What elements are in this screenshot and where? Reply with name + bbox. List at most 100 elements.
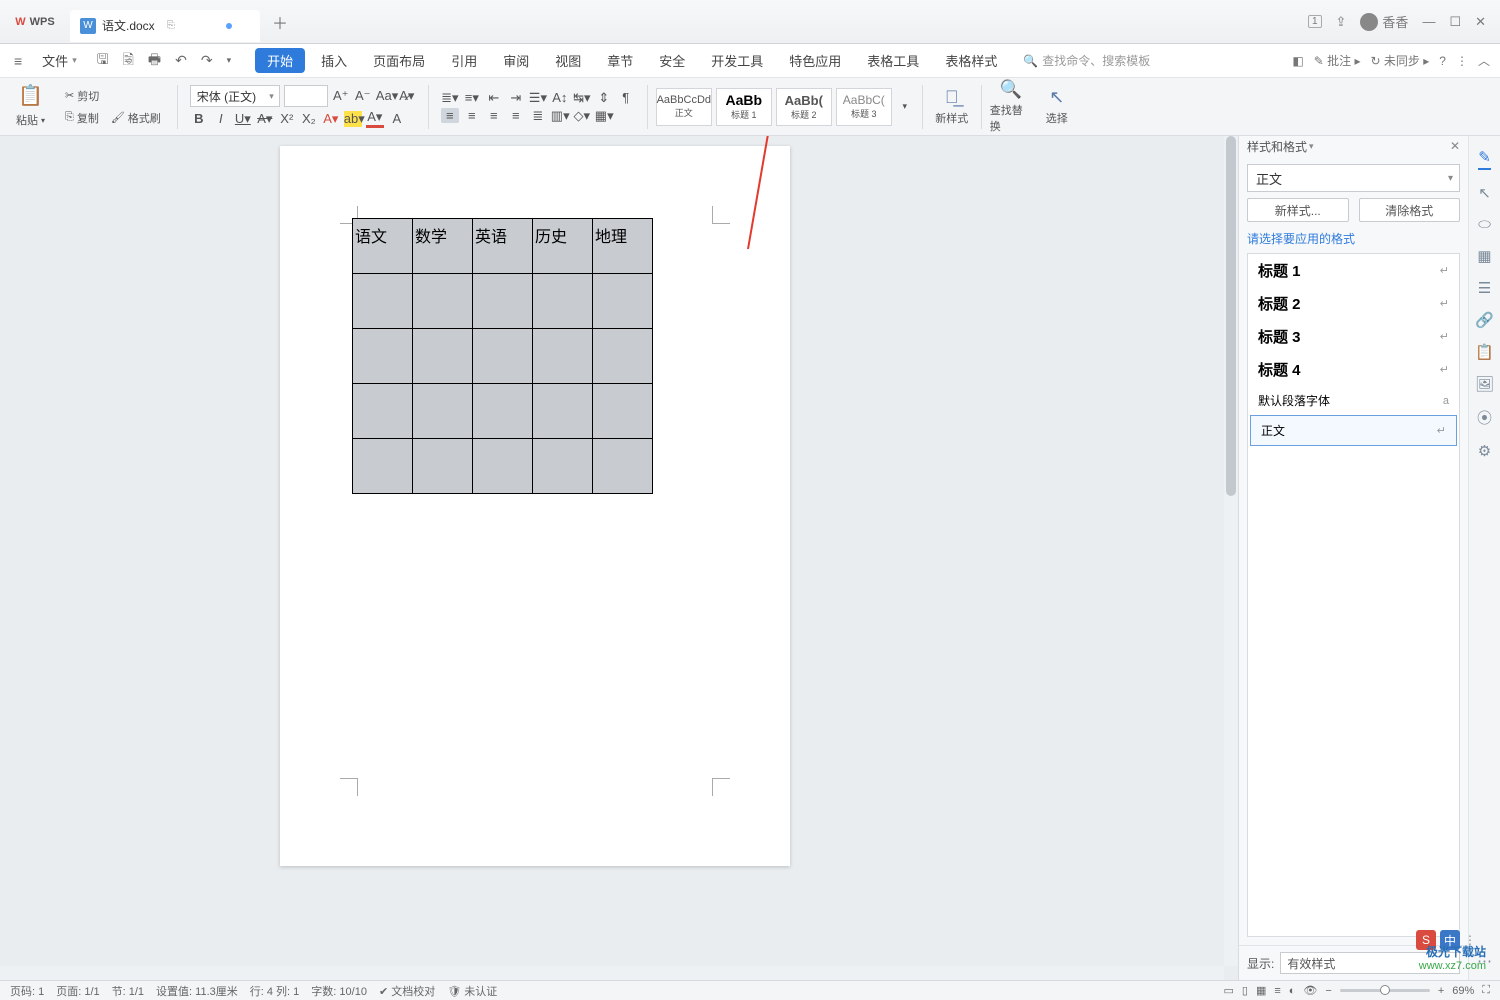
line-spacing-icon[interactable]: ⇕	[595, 90, 613, 106]
undo-dropdown-icon[interactable]: ▾	[223, 53, 236, 68]
distribute-icon[interactable]: ≣	[529, 108, 547, 124]
table-row[interactable]	[353, 274, 653, 329]
view-print-icon[interactable]: ▯	[1242, 984, 1248, 997]
table-cell[interactable]: 地理	[593, 219, 653, 274]
skin-icon[interactable]: ◧	[1292, 54, 1303, 68]
highlight-icon[interactable]: ab▾	[344, 111, 362, 127]
apparel-icon[interactable]: ⇪	[1336, 14, 1347, 30]
paste-icon[interactable]: 📋	[18, 83, 43, 108]
table-cell[interactable]: 语文	[353, 219, 413, 274]
numbering-icon[interactable]: ≡▾	[463, 90, 481, 106]
status-wordcount[interactable]: 字数: 10/10	[311, 983, 367, 999]
status-rowcol[interactable]: 行: 4 列: 1	[250, 983, 300, 999]
vertical-scrollbar[interactable]	[1224, 136, 1238, 966]
rail-clipboard-icon[interactable]: 📋	[1475, 343, 1494, 361]
undo-icon[interactable]: ↶	[171, 50, 191, 71]
tab-review[interactable]: 审阅	[493, 47, 539, 74]
select-button[interactable]: ↖选择	[1036, 87, 1078, 126]
columns-icon[interactable]: ▥▾	[551, 108, 569, 124]
clear-format-btn[interactable]: 清除格式	[1359, 198, 1461, 222]
collapse-ribbon-icon[interactable]: ︿	[1478, 52, 1490, 69]
zoom-in-icon[interactable]: +	[1438, 985, 1444, 997]
current-style-select[interactable]: 正文	[1247, 164, 1460, 192]
maximize-icon[interactable]: ☐	[1449, 14, 1461, 30]
style-item-h3[interactable]: 标题 3↵	[1248, 320, 1459, 353]
tab-table-tools[interactable]: 表格工具	[857, 47, 929, 74]
clear-format-icon[interactable]: A̷▾	[398, 88, 416, 104]
more-icon[interactable]: ⋮	[1456, 54, 1468, 68]
print-preview-icon[interactable]: 🗟	[119, 47, 138, 75]
status-section[interactable]: 节: 1/1	[112, 983, 144, 999]
table-cell[interactable]: 数学	[413, 219, 473, 274]
sync-status[interactable]: ↻ 未同步 ▸	[1371, 52, 1430, 69]
table-row[interactable]	[353, 384, 653, 439]
cut-button[interactable]: ✂剪切	[61, 86, 103, 106]
tab-devtools[interactable]: 开发工具	[701, 47, 773, 74]
minimize-icon[interactable]: —	[1422, 14, 1435, 29]
indent-dec-icon[interactable]: ⇤	[485, 90, 503, 106]
close-window-icon[interactable]: ✕	[1475, 14, 1486, 30]
table-row[interactable]: 语文 数学 英语 历史 地理	[353, 219, 653, 274]
tab-view[interactable]: 视图	[545, 47, 591, 74]
sort-icon[interactable]: A↕	[551, 90, 569, 105]
fullscreen-icon[interactable]: ⛶	[1482, 984, 1490, 997]
rail-layout-icon[interactable]: ▦	[1477, 247, 1491, 265]
zoom-slider[interactable]	[1340, 989, 1430, 992]
eye-icon[interactable]: 👁	[1303, 984, 1317, 997]
zoom-thumb[interactable]	[1380, 985, 1390, 995]
redo-icon[interactable]: ↷	[197, 50, 217, 71]
rail-select-icon[interactable]: ↖	[1478, 184, 1491, 202]
rail-property-icon[interactable]: ☰	[1478, 279, 1491, 297]
view-web-icon[interactable]: ▦	[1256, 984, 1266, 997]
tab-references[interactable]: 引用	[441, 47, 487, 74]
zoom-value[interactable]: 69%	[1452, 985, 1474, 997]
tab-table-style[interactable]: 表格样式	[935, 47, 1007, 74]
style-item-h4[interactable]: 标题 4↵	[1248, 353, 1459, 386]
status-page[interactable]: 页面: 1/1	[56, 983, 99, 999]
tab-layout[interactable]: 页面布局	[363, 47, 435, 74]
superscript-icon[interactable]: X²	[278, 111, 296, 126]
notification-badge[interactable]: 1	[1308, 15, 1322, 28]
style-item-h1[interactable]: 标题 1↵	[1248, 254, 1459, 287]
wps-brand[interactable]: W WPS	[0, 0, 70, 44]
tab-start[interactable]: 开始	[255, 48, 305, 73]
font-color-icon[interactable]: A▾	[366, 109, 384, 128]
status-position[interactable]: 设置值: 11.3厘米	[156, 983, 238, 999]
comment-toggle[interactable]: ✎ 批注 ▸	[1314, 52, 1361, 69]
style-item-normal[interactable]: 正文↵	[1250, 415, 1457, 446]
subscript-icon[interactable]: X₂	[300, 111, 318, 126]
para-marks-icon[interactable]: ¶	[617, 90, 635, 105]
save-icon[interactable]: 🖫	[93, 47, 113, 75]
rail-settings-icon[interactable]: ⚙	[1478, 442, 1491, 460]
tab-security[interactable]: 安全	[649, 47, 695, 74]
status-page-code[interactable]: 页码: 1	[10, 983, 44, 999]
scroll-thumb[interactable]	[1226, 136, 1236, 496]
table-row[interactable]	[353, 439, 653, 494]
table-row[interactable]	[353, 329, 653, 384]
align-center-icon[interactable]: ≡	[463, 108, 481, 123]
rail-image-icon[interactable]: 🖼	[1475, 375, 1494, 393]
zoom-out-icon[interactable]: −	[1325, 985, 1331, 997]
new-style-button[interactable]: Ａ̲新样式	[931, 87, 973, 126]
borders-icon[interactable]: ▦▾	[595, 108, 613, 124]
underline-icon[interactable]: U▾	[234, 111, 252, 127]
add-tab-button[interactable]: ＋	[266, 8, 294, 36]
help-icon[interactable]: ?	[1439, 54, 1446, 68]
document-tab[interactable]: W 语文.docx ⎘	[70, 10, 260, 42]
tab-expand-icon[interactable]: ⎘	[167, 20, 175, 31]
bold-icon[interactable]: B	[190, 111, 208, 126]
tab-char-icon[interactable]: ↹▾	[573, 90, 591, 106]
text-effect-icon[interactable]: A▾	[322, 111, 340, 127]
status-proof[interactable]: ✔ 文档校对	[379, 983, 435, 999]
grow-font-icon[interactable]: A⁺	[332, 88, 350, 104]
document-viewport[interactable]: 语文 数学 英语 历史 地理	[0, 136, 1238, 980]
format-painter-button[interactable]: 🖌格式刷	[107, 108, 165, 128]
style-gallery-more-icon[interactable]: ▾	[896, 101, 914, 112]
align-left-icon[interactable]: ≡	[441, 108, 459, 123]
panel-dropdown-icon[interactable]: ▾	[1309, 141, 1314, 152]
command-search[interactable]: 🔍 查找命令、搜索模板	[1023, 52, 1150, 69]
align-justify-icon[interactable]: ≡	[507, 108, 525, 123]
hamburger-icon[interactable]: ≡	[10, 51, 26, 71]
tab-sections[interactable]: 章节	[597, 47, 643, 74]
view-outline-icon[interactable]: ≡	[1274, 985, 1280, 997]
